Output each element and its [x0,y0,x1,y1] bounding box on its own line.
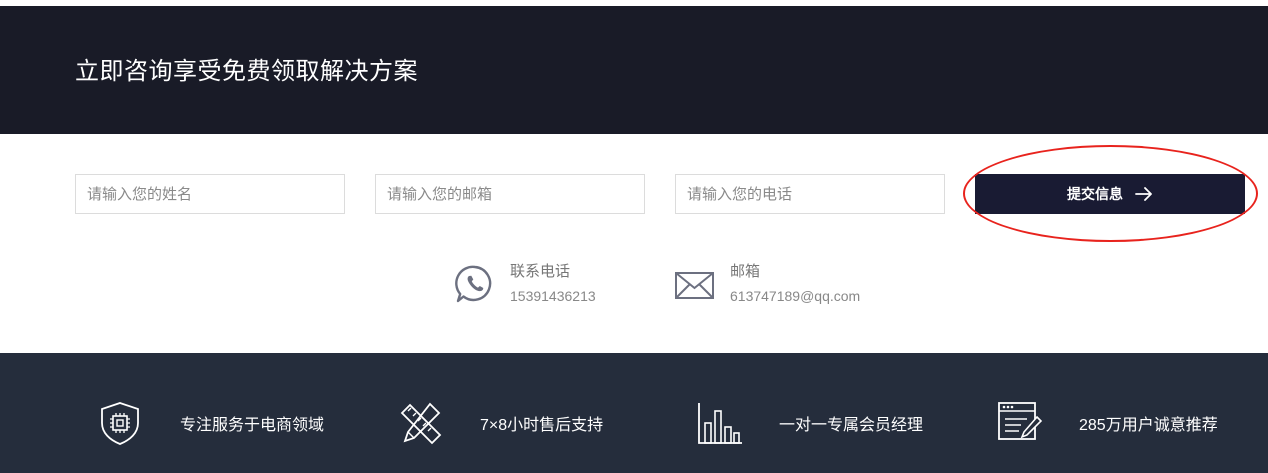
tools-icon [400,402,442,445]
whatsapp-phone-icon [455,265,492,303]
phone-input[interactable] [675,174,945,214]
submit-button[interactable]: 提交信息 [975,174,1245,214]
feature-text: 专注服务于电商领域 [180,417,325,434]
banner-title: 立即咨询享受免费领取解决方案 [75,58,418,85]
email-input[interactable] [375,174,645,214]
shield-chip-icon [101,402,139,445]
bar-chart-icon [698,403,742,444]
name-input[interactable] [75,174,345,214]
consult-banner: 立即咨询享受免费领取解决方案 [0,6,1268,134]
feature-text: 7×8小时售后支持 [480,417,604,434]
feature-text: 一对一专属会员经理 [779,417,924,434]
feature-text: 285万用户诚意推荐 [1079,417,1218,434]
mail-icon [675,272,714,299]
consult-form: 提交信息 联系电话 15391436213 邮箱 613747189@qq.co… [0,134,1268,353]
contact-phone-label: 联系电话 [510,263,571,280]
contact-mail-label: 邮箱 [730,263,761,280]
browser-edit-icon [998,402,1043,440]
submit-label: 提交信息 [1067,186,1123,202]
contact-phone-value: 15391436213 [510,288,596,304]
features-bar: 专注服务于电商领域 7×8小时售后支持 一对一专属会员经理 285万用户诚意推荐 [0,353,1268,473]
arrow-right-icon [1135,187,1152,201]
contact-mail-value: 613747189@qq.com [730,288,861,304]
